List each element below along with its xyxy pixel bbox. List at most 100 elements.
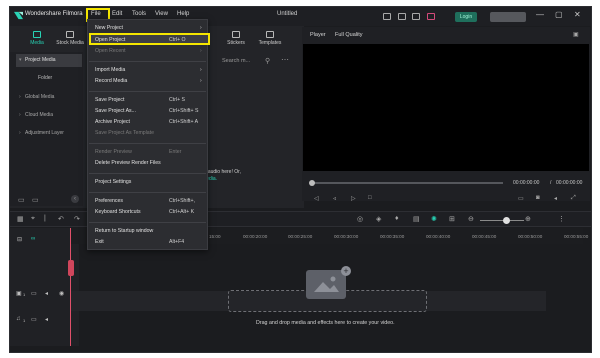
render-icon[interactable]: ◎ [357, 215, 363, 223]
zoom-in-icon[interactable]: ⊕ [525, 215, 531, 223]
menu-item-record-media[interactable]: Record Media [95, 78, 127, 84]
menu-item-preferences[interactable]: Preferences [95, 198, 123, 204]
current-time: 00:00:00:00 [513, 180, 540, 186]
undo-icon[interactable]: ↶ [58, 215, 64, 223]
menu-item-delete-preview-render[interactable]: Delete Preview Render Files [95, 160, 161, 166]
chevron-right-icon: › [200, 78, 202, 84]
ai-icon[interactable]: ✺ [431, 215, 437, 223]
ruler-label: 00:00:20:00 [243, 234, 268, 239]
menu-shortcut: Ctrl+ S [169, 97, 185, 103]
layout-toggle-icon[interactable]: ▦ [17, 215, 24, 223]
folder-icon[interactable]: ▭ [31, 316, 37, 323]
ruler-label: 00:00:45:00 [472, 234, 497, 239]
sidebar-item-global-media[interactable]: › Global Media [16, 91, 82, 104]
menu-divider [89, 91, 206, 92]
snap-icon[interactable]: ⊞ [449, 215, 455, 223]
login-button[interactable]: Login [455, 12, 477, 22]
menu-view[interactable]: View [155, 11, 168, 17]
preview-screen [303, 44, 589, 171]
play-icon[interactable]: ▷ [351, 195, 356, 202]
eye-icon[interactable]: ◉ [59, 290, 64, 297]
close-icon[interactable]: ✕ [574, 10, 581, 19]
menu-divider [89, 143, 206, 144]
menu-item-project-settings[interactable]: Project Settings [95, 179, 131, 185]
zoom-slider-handle[interactable] [503, 217, 510, 224]
microphone-icon[interactable]: ♦ [395, 215, 399, 222]
sidebar-item-folder[interactable]: Folder [38, 75, 52, 81]
prev-frame-icon[interactable]: ◁ [314, 195, 319, 202]
save-icon[interactable] [412, 13, 420, 20]
tab-stickers[interactable]: Stickers [226, 31, 246, 46]
filmora-logo-icon [14, 11, 23, 20]
speaker-icon[interactable]: ◂ [45, 316, 48, 323]
timeline-settings-icon[interactable]: ⋮ [558, 215, 565, 223]
stop-icon[interactable]: □ [368, 195, 372, 201]
select-tool-icon[interactable]: ⌖ [31, 215, 35, 223]
ruler-label: 00:00:30:00 [334, 234, 359, 239]
sidebar-item-project-media[interactable]: ▾ Project Media [16, 54, 82, 67]
zoom-slider[interactable] [480, 220, 524, 221]
tab-templates[interactable]: Templates [257, 31, 283, 46]
search-input[interactable]: Search m... [222, 58, 250, 64]
playback-scrubber[interactable] [313, 182, 503, 184]
cart-icon[interactable] [427, 13, 435, 20]
chevron-right-icon: › [200, 48, 202, 54]
maximize-icon[interactable]: ▢ [555, 10, 563, 19]
speaker-icon[interactable]: ◂ [45, 290, 48, 297]
menu-help[interactable]: Help [177, 11, 189, 17]
quality-select[interactable]: Full Quality [335, 32, 363, 38]
volume-icon[interactable]: ◂ [554, 195, 557, 202]
menu-item-archive-project[interactable]: Archive Project [95, 119, 130, 125]
collapse-icon[interactable]: ‹ [71, 195, 79, 203]
menu-item-import-media[interactable]: Import Media [95, 67, 125, 73]
menu-shortcut: Ctrl+Shift+ A [169, 119, 199, 125]
step-back-icon[interactable]: ◃ [333, 195, 336, 202]
menu-item-save-as-template[interactable]: Save Project As Template [95, 130, 154, 136]
filter-icon[interactable]: ⚲ [265, 57, 270, 65]
export-button[interactable] [490, 12, 526, 22]
new-folder-icon[interactable]: ▭ [18, 196, 25, 204]
scrubber-handle[interactable] [309, 180, 315, 186]
redo-icon[interactable]: ↷ [74, 215, 80, 223]
fullscreen-icon[interactable]: ⤢ [571, 195, 576, 202]
playhead[interactable] [70, 228, 71, 346]
sidebar-item-adjustment-layer[interactable]: › Adjustment Layer [16, 127, 82, 140]
folder-icon[interactable]: ▭ [31, 290, 37, 297]
menu-divider [89, 61, 206, 62]
menu-item-save-project-as[interactable]: Save Project As... [95, 108, 136, 114]
menu-shortcut: Alt+F4 [169, 239, 185, 245]
menu-item-open-recent[interactable]: Open Recent [95, 48, 126, 54]
menu-edit[interactable]: Edit [112, 11, 122, 17]
add-track-icon[interactable]: ⊟ [17, 236, 22, 243]
layout-icon[interactable] [398, 13, 406, 20]
sidebar-item-cloud-media[interactable]: › Cloud Media [16, 109, 82, 122]
menu-tools[interactable]: Tools [132, 11, 146, 17]
menu-item-save-project[interactable]: Save Project [95, 97, 124, 103]
minimize-icon[interactable]: — [536, 10, 544, 19]
link-icon[interactable]: ∞ [31, 236, 35, 242]
tab-media[interactable]: Media [27, 31, 47, 46]
divider-icon: | [44, 215, 46, 222]
menu-item-exit[interactable]: Exit [95, 239, 104, 245]
menu-item-open-project[interactable]: Open Project [95, 37, 125, 43]
shield-icon[interactable]: ◈ [376, 215, 381, 223]
add-icon[interactable]: + [341, 266, 351, 276]
menu-item-new-project[interactable]: New Project [95, 25, 123, 31]
menu-divider [89, 192, 206, 193]
folder-icon[interactable]: ▭ [32, 196, 39, 204]
menu-item-render-preview[interactable]: Render Preview [95, 149, 132, 155]
tab-stock-media[interactable]: Stock Media [53, 31, 87, 46]
text-to-speech-icon[interactable]: ▤ [413, 215, 420, 223]
playhead-handle[interactable] [68, 260, 74, 276]
monitor-icon[interactable] [383, 13, 391, 20]
more-icon[interactable]: ⋯ [281, 55, 289, 64]
camera-icon[interactable]: ◙ [536, 195, 540, 201]
zoom-out-icon[interactable]: ⊖ [468, 215, 474, 223]
audio-track-icon: ♫ [16, 316, 21, 322]
image-icon [314, 276, 339, 292]
menu-divider [89, 173, 206, 174]
menu-item-keyboard-shortcuts[interactable]: Keyboard Shortcuts [95, 209, 141, 215]
snapshot-icon[interactable]: ▣ [573, 31, 579, 38]
menu-item-return-to-startup[interactable]: Return to Startup window [95, 228, 153, 234]
display-icon[interactable]: ▭ [518, 195, 524, 202]
